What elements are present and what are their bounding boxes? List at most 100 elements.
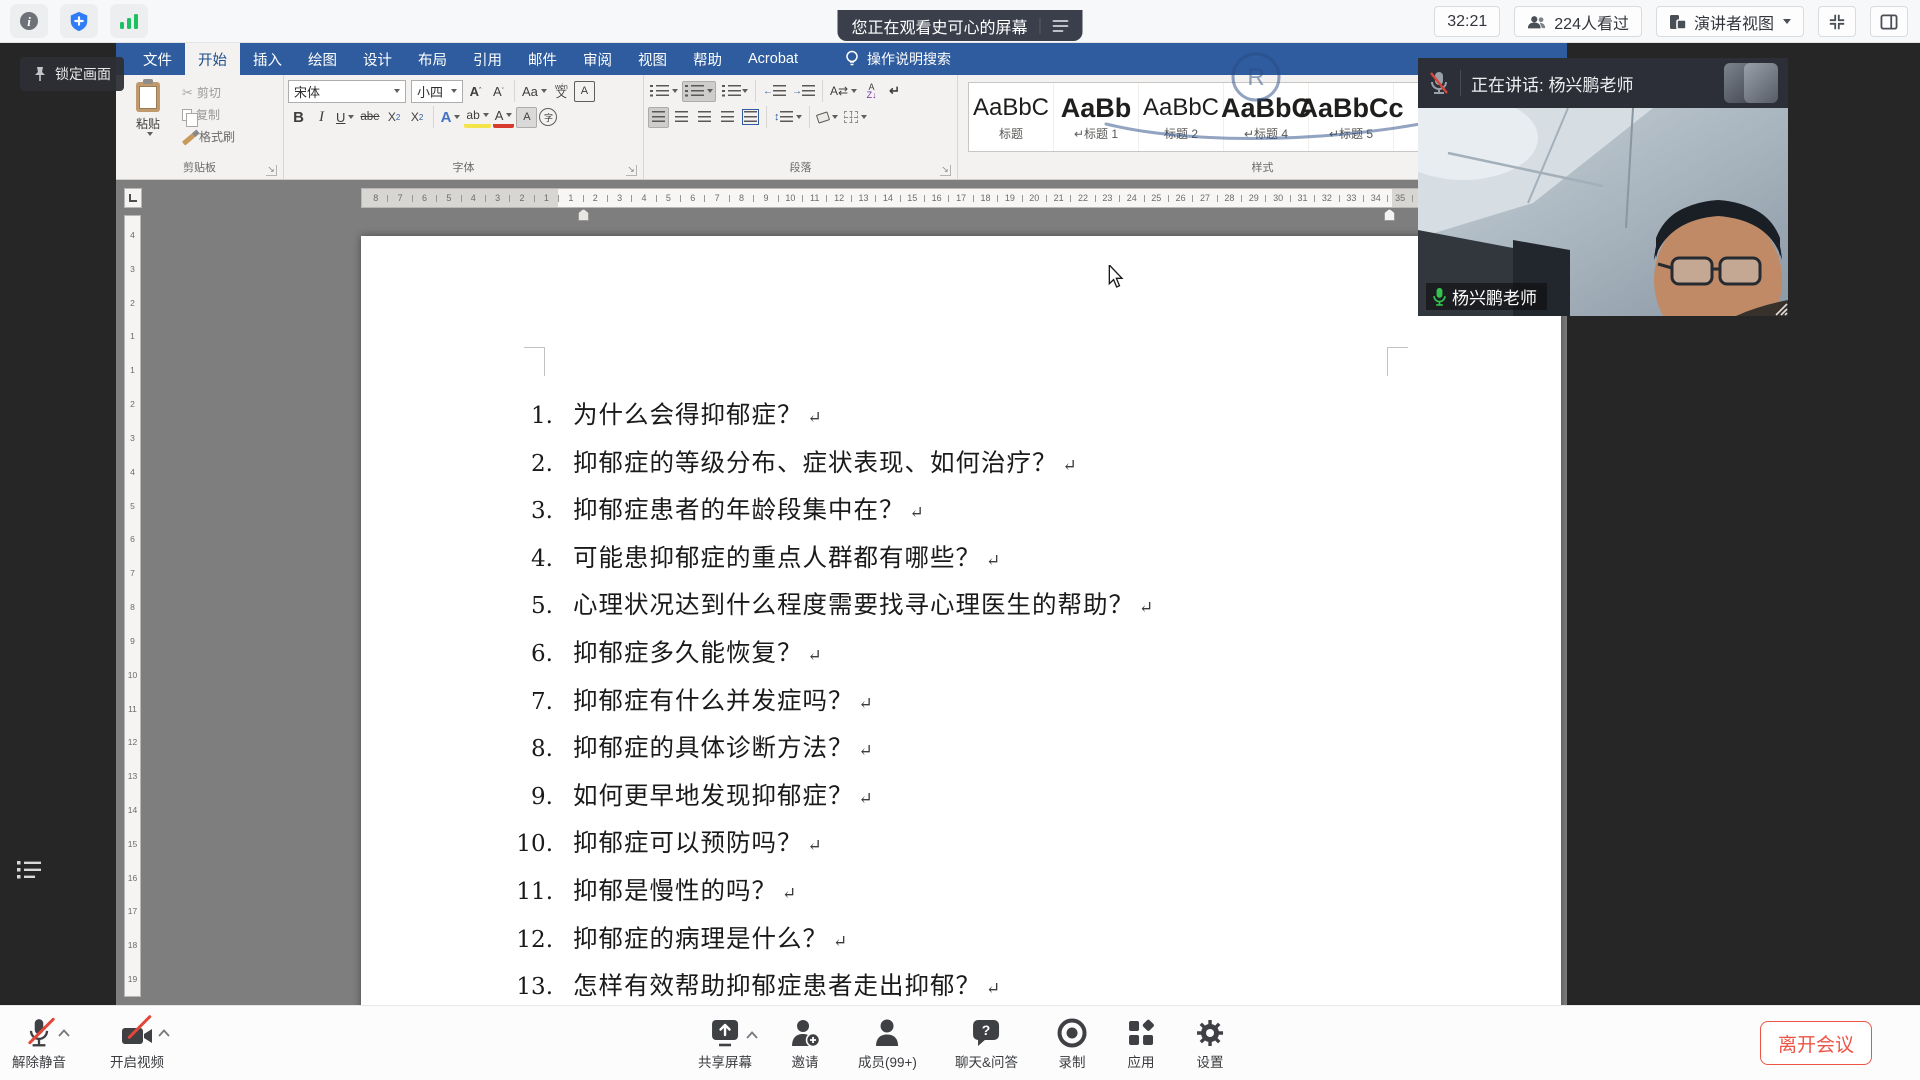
- resize-grip-icon[interactable]: [1768, 296, 1788, 316]
- right-indent-marker[interactable]: [1384, 209, 1395, 221]
- cut-button[interactable]: ✂ 剪切: [182, 83, 235, 102]
- character-shading-button[interactable]: A: [516, 107, 537, 128]
- numbered-list-button[interactable]: [682, 81, 716, 102]
- text-effects-button[interactable]: A: [439, 107, 463, 128]
- toolbar-center: 共享屏幕 邀请 成员(99+): [698, 1015, 1226, 1071]
- dialog-launcher-icon[interactable]: ↘: [266, 165, 277, 176]
- grow-font-button[interactable]: Aˆ: [465, 81, 486, 102]
- tell-me-search[interactable]: 操作说明搜索: [845, 43, 951, 75]
- bullet-list-button[interactable]: [648, 81, 680, 102]
- enclose-characters-button[interactable]: 字: [539, 108, 557, 126]
- tab-layout[interactable]: 布局: [405, 43, 460, 75]
- justify-button[interactable]: [717, 107, 738, 128]
- list-number: 3.: [361, 498, 553, 524]
- increase-indent-button[interactable]: →: [790, 81, 817, 102]
- bold-button[interactable]: B: [288, 107, 309, 128]
- decrease-indent-button[interactable]: ←: [761, 81, 788, 102]
- chevron-up-icon[interactable]: [158, 1029, 170, 1037]
- share-screen-button[interactable]: 共享屏幕: [698, 1015, 752, 1071]
- align-right-button[interactable]: [694, 107, 715, 128]
- tab-review[interactable]: 审阅: [570, 43, 625, 75]
- italic-button[interactable]: I: [311, 107, 332, 128]
- members-button[interactable]: 成员(99+): [858, 1015, 917, 1071]
- change-case-button[interactable]: Aa: [520, 81, 549, 102]
- tab-help[interactable]: 帮助: [680, 43, 735, 75]
- speaker-name-tag: 杨兴鹏老师: [1426, 283, 1547, 310]
- tab-mailings[interactable]: 邮件: [515, 43, 570, 75]
- chevron-up-icon[interactable]: [746, 1031, 758, 1039]
- format-painter-button[interactable]: 格式刷: [182, 127, 235, 146]
- superscript-button[interactable]: X2: [407, 107, 428, 128]
- info-button[interactable]: i: [10, 4, 48, 38]
- ruler-number: 7: [705, 193, 728, 203]
- vertical-ruler[interactable]: 432112345678910111213141516171819: [124, 215, 141, 997]
- viewer-count-button[interactable]: 224人看过: [1514, 6, 1642, 37]
- chevron-up-icon[interactable]: [58, 1029, 70, 1037]
- lock-screen-button[interactable]: 锁定画面: [20, 57, 124, 91]
- style-chip-4[interactable]: AaBbC↵标题 4: [1224, 83, 1309, 151]
- paste-button[interactable]: 粘贴: [120, 78, 176, 146]
- tab-file[interactable]: 文件: [130, 43, 185, 75]
- tab-draw[interactable]: 绘图: [295, 43, 350, 75]
- viewers-icon: [1527, 14, 1547, 30]
- shading-button[interactable]: [815, 107, 840, 128]
- strikethrough-button[interactable]: abe: [358, 107, 381, 128]
- show-marks-button[interactable]: ↵: [884, 81, 905, 102]
- subscript-button[interactable]: X2: [384, 107, 405, 128]
- tab-insert[interactable]: 插入: [240, 43, 295, 75]
- document-page[interactable]: 1.为什么会得抑郁症？↵2.抑郁症的等级分布、症状表现、如何治疗？↵3.抑郁症患…: [361, 236, 1561, 1005]
- borders-button[interactable]: [842, 107, 869, 128]
- tab-stop-selector[interactable]: [124, 188, 142, 208]
- asian-layout-button[interactable]: A⇄: [828, 81, 859, 102]
- tab-home[interactable]: 开始: [185, 43, 240, 75]
- tab-view[interactable]: 视图: [625, 43, 680, 75]
- dialog-launcher-icon[interactable]: ↘: [626, 165, 637, 176]
- ruler-number: 15: [901, 193, 924, 203]
- font-size-select[interactable]: 小四: [411, 80, 463, 103]
- underline-button[interactable]: U: [334, 107, 356, 128]
- start-video-button[interactable]: 开启视频: [110, 1015, 164, 1071]
- align-center-button[interactable]: [671, 107, 692, 128]
- style-chip-3[interactable]: AaBbC标题 2: [1139, 83, 1224, 151]
- unmute-button[interactable]: 解除静音: [12, 1015, 66, 1071]
- tab-references[interactable]: 引用: [460, 43, 515, 75]
- banner-menu-icon[interactable]: [1053, 19, 1069, 33]
- view-mode-dropdown[interactable]: 演讲者视图: [1656, 6, 1804, 37]
- speaker-video[interactable]: 杨兴鹏老师: [1418, 108, 1788, 316]
- settings-button[interactable]: 设置: [1194, 1015, 1226, 1071]
- sort-button[interactable]: AZ↓: [861, 81, 882, 102]
- distribute-button[interactable]: [740, 107, 761, 128]
- horizontal-ruler[interactable]: 8765432112345678910111213141516171819202…: [361, 188, 1561, 208]
- line-spacing-button[interactable]: ↕: [772, 107, 804, 128]
- record-label: 录制: [1058, 1051, 1085, 1071]
- align-left-button[interactable]: [648, 107, 669, 128]
- ruler-number: 8: [130, 590, 135, 624]
- invite-button[interactable]: 邀请: [790, 1015, 820, 1071]
- left-indent-marker[interactable]: [578, 209, 589, 221]
- highlight-button[interactable]: ab: [464, 107, 490, 128]
- apps-button[interactable]: 应用: [1126, 1015, 1156, 1071]
- annotation-panel-button[interactable]: [12, 855, 46, 885]
- record-button[interactable]: 录制: [1056, 1015, 1088, 1071]
- multilevel-list-button[interactable]: [718, 81, 750, 102]
- dialog-launcher-icon[interactable]: ↘: [940, 165, 951, 176]
- character-border-button[interactable]: A: [574, 81, 595, 102]
- tab-acrobat[interactable]: Acrobat: [735, 43, 811, 75]
- exit-fullscreen-button[interactable]: [1818, 6, 1856, 37]
- side-panel-button[interactable]: [1870, 6, 1908, 37]
- phonetic-guide-button[interactable]: wén文: [551, 81, 572, 102]
- chat-qa-button[interactable]: ? 聊天&问答: [955, 1015, 1018, 1071]
- leave-meeting-button[interactable]: 离开会议: [1760, 1021, 1872, 1065]
- style-chip-2[interactable]: AaBb↵标题 1: [1054, 83, 1139, 151]
- network-button[interactable]: [110, 4, 148, 38]
- ruler-number: 3: [486, 193, 509, 203]
- style-chip-1[interactable]: AaBbC标题: [969, 83, 1054, 151]
- shrink-font-button[interactable]: Aˇ: [488, 81, 509, 102]
- tab-design[interactable]: 设计: [350, 43, 405, 75]
- font-color-button[interactable]: A: [493, 107, 515, 128]
- copy-button[interactable]: 复制: [182, 105, 235, 124]
- security-button[interactable]: [60, 4, 98, 38]
- font-family-select[interactable]: 宋体: [288, 80, 406, 103]
- speaker-video-overlay[interactable]: 正在讲话: 杨兴鹏老师: [1418, 58, 1788, 316]
- style-chip-5[interactable]: AaBbCc↵标题 5: [1309, 83, 1394, 151]
